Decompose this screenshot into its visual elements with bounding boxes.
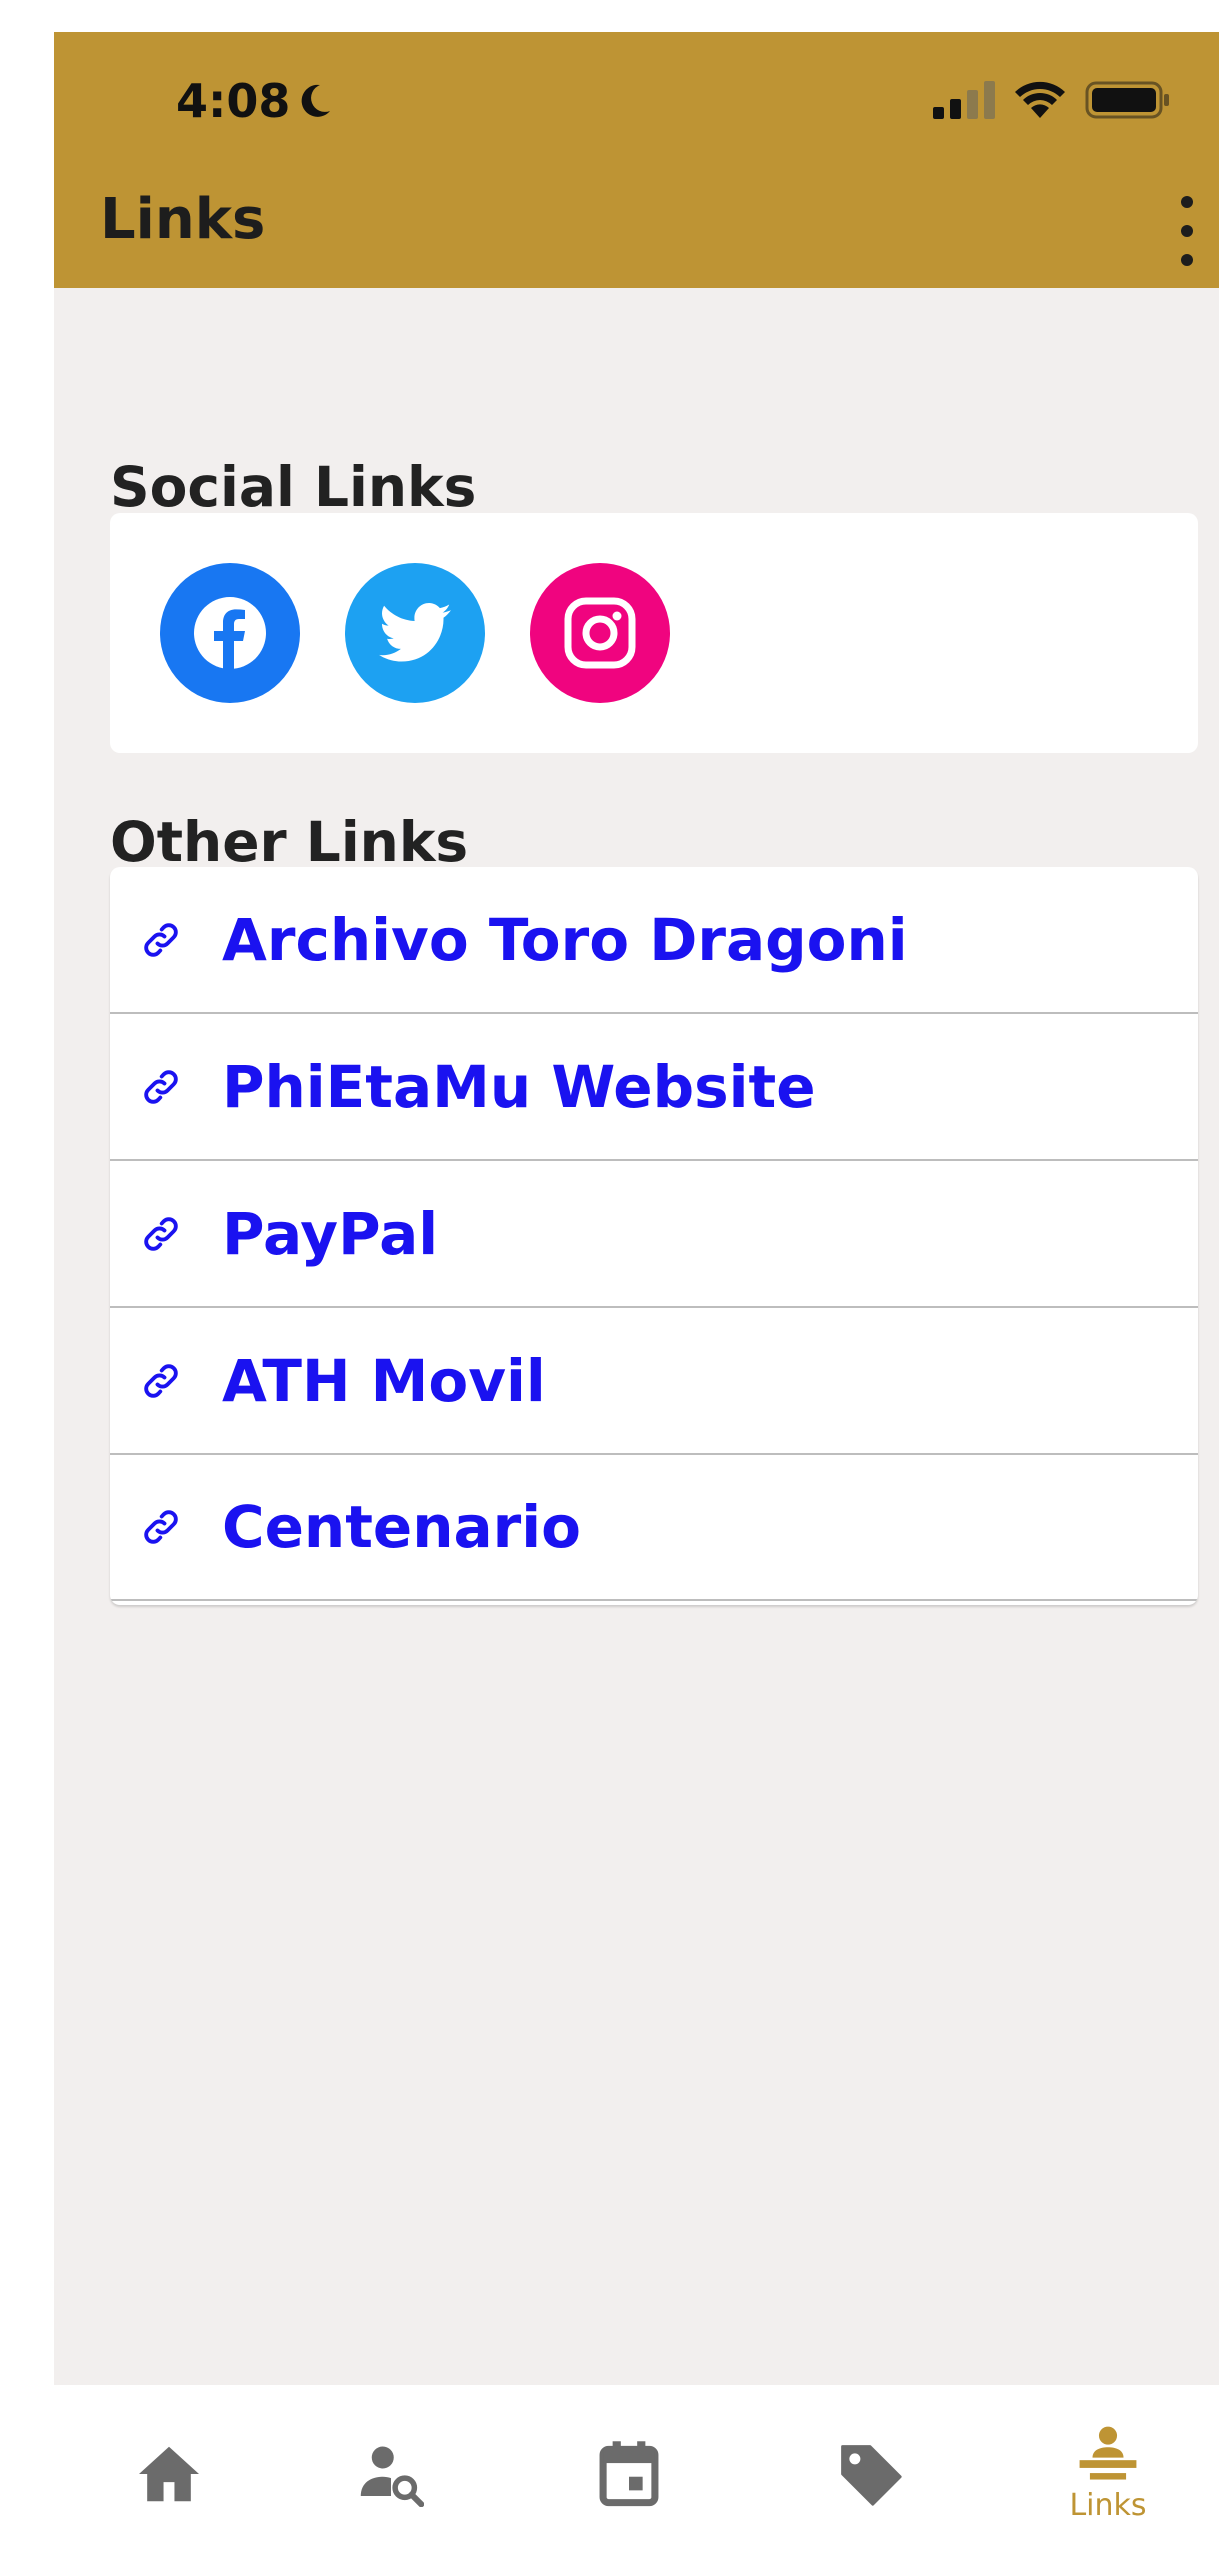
link-icon bbox=[140, 1506, 182, 1548]
status-bar-time-group: 4:08 bbox=[176, 74, 334, 128]
link-row-paypal[interactable]: PayPal bbox=[110, 1161, 1198, 1308]
link-row-centenario[interactable]: Centenario bbox=[110, 1455, 1198, 1601]
instagram-icon bbox=[562, 595, 638, 671]
wifi-icon bbox=[1013, 80, 1067, 120]
other-links-list: Archivo Toro Dragoni PhiEtaMu Website Pa… bbox=[110, 867, 1198, 1605]
person-desk-icon bbox=[1077, 2424, 1139, 2486]
link-icon bbox=[140, 919, 182, 961]
page-title: Links bbox=[100, 187, 266, 252]
link-row-phietamu-website[interactable]: PhiEtaMu Website bbox=[110, 1014, 1198, 1161]
tag-icon bbox=[837, 2441, 903, 2507]
nav-links[interactable]: Links bbox=[1028, 2385, 1188, 2562]
twitter-icon bbox=[379, 603, 451, 663]
social-links-card bbox=[110, 513, 1198, 753]
status-bar-icons bbox=[933, 80, 1171, 120]
app-header: 4:08 Links bbox=[54, 32, 1219, 288]
link-icon bbox=[140, 1213, 182, 1255]
other-links-heading: Other Links bbox=[110, 810, 469, 874]
nav-tags[interactable] bbox=[790, 2385, 950, 2562]
facebook-button[interactable] bbox=[160, 563, 300, 703]
status-time: 4:08 bbox=[176, 74, 291, 128]
nav-calendar[interactable] bbox=[549, 2385, 709, 2562]
link-label: PhiEtaMu Website bbox=[222, 1052, 816, 1121]
bottom-navigation: Links bbox=[54, 2385, 1219, 2562]
moon-icon bbox=[298, 81, 334, 121]
social-links-heading: Social Links bbox=[110, 455, 477, 519]
calendar-icon bbox=[599, 2440, 659, 2507]
link-row-archivo-toro-dragoni[interactable]: Archivo Toro Dragoni bbox=[110, 867, 1198, 1014]
nav-member-search[interactable] bbox=[311, 2385, 471, 2562]
twitter-button[interactable] bbox=[345, 563, 485, 703]
link-icon bbox=[140, 1066, 182, 1108]
nav-home[interactable] bbox=[89, 2385, 249, 2562]
link-icon bbox=[140, 1360, 182, 1402]
link-label: PayPal bbox=[222, 1199, 439, 1268]
link-label: Archivo Toro Dragoni bbox=[222, 905, 908, 974]
person-search-icon bbox=[358, 2441, 424, 2507]
link-label: ATH Movil bbox=[222, 1346, 546, 1415]
link-row-ath-movil[interactable]: ATH Movil bbox=[110, 1308, 1198, 1455]
nav-links-label: Links bbox=[1069, 2488, 1147, 2523]
app-screen: 4:08 Links Social Links Other Links Arch… bbox=[54, 32, 1219, 2562]
battery-icon bbox=[1085, 80, 1171, 120]
more-vertical-icon[interactable] bbox=[1169, 196, 1205, 266]
instagram-button[interactable] bbox=[530, 563, 670, 703]
cellular-signal-icon bbox=[933, 81, 995, 119]
link-label: Centenario bbox=[222, 1493, 582, 1561]
facebook-icon bbox=[192, 595, 268, 671]
home-icon bbox=[136, 2444, 202, 2504]
